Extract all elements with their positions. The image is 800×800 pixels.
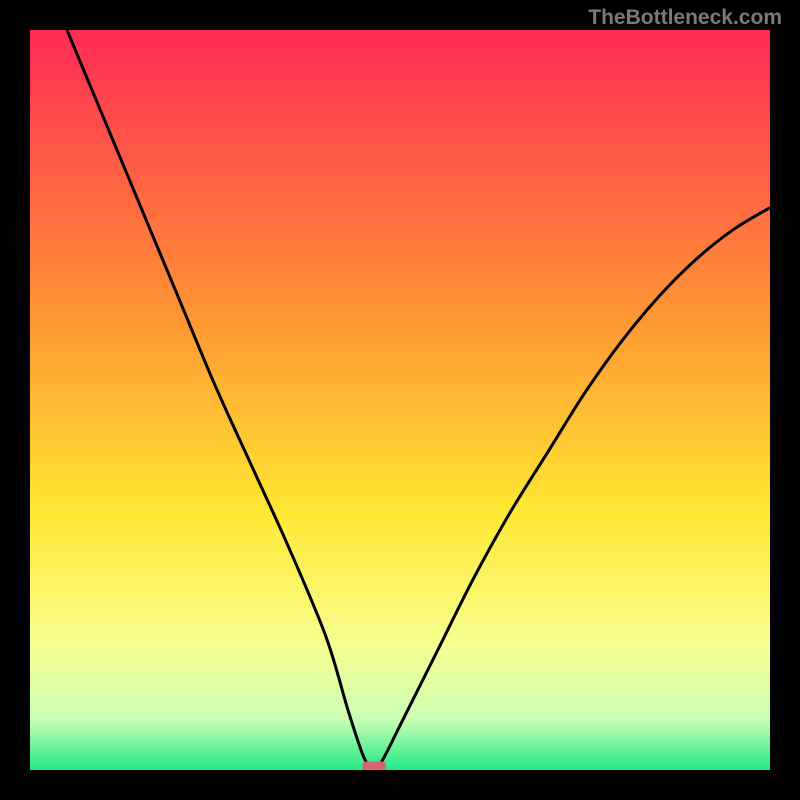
plot-area xyxy=(30,30,770,770)
minimum-marker xyxy=(362,761,386,770)
chart-svg xyxy=(30,30,770,770)
gradient-background xyxy=(30,30,770,770)
chart-frame: TheBottleneck.com xyxy=(0,0,800,800)
attribution-label: TheBottleneck.com xyxy=(588,6,782,30)
